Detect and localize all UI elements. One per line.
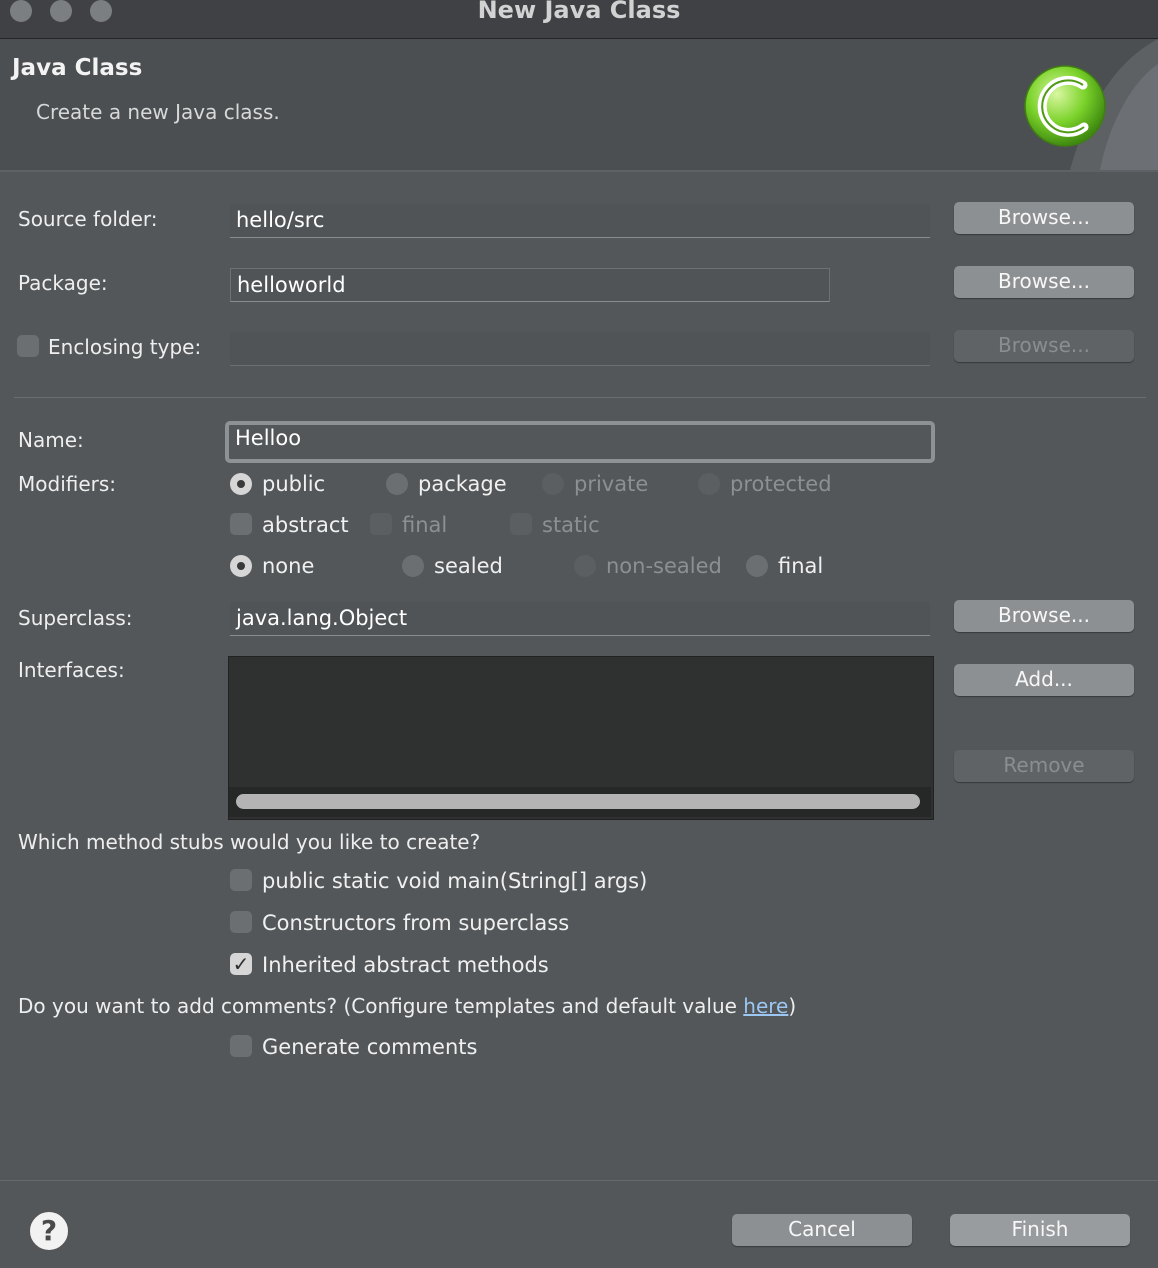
method-stubs-question: Which method stubs would you like to cre… [18,830,481,854]
source-folder-browse-button[interactable]: Browse... [954,202,1134,234]
static-checkbox [510,513,532,535]
cancel-button[interactable]: Cancel [732,1214,912,1246]
generate-comments-label: Generate comments [262,1035,478,1059]
constructors-label: Constructors from superclass [262,911,570,935]
source-folder-label: Source folder: [18,207,158,231]
main-method-checkbox[interactable] [230,869,252,891]
none-radio[interactable] [230,555,252,577]
final-radio[interactable] [746,555,768,577]
package-field[interactable]: helloworld [230,268,830,302]
separator [14,397,1146,398]
inherited-abstract-checkbox[interactable]: ✓ [230,953,252,975]
package-browse-button[interactable]: Browse... [954,266,1134,298]
enclosing-type-browse-button: Browse... [954,330,1134,362]
superclass-label: Superclass: [18,606,133,630]
static-checkbox-label: static [542,513,600,537]
none-radio-label: none [262,554,315,578]
final-checkbox [370,513,392,535]
modifiers-label: Modifiers: [18,472,117,496]
name-label: Name: [18,428,84,452]
name-field[interactable]: Helloo [225,421,935,463]
protected-radio-label: protected [730,472,832,496]
package-radio[interactable] [386,473,408,495]
finish-button[interactable]: Finish [950,1214,1130,1246]
add-interface-button[interactable]: Add... [954,664,1134,696]
footer-separator [0,1180,1158,1181]
page-title: Java Class [12,55,143,81]
java-class-logo-icon [1024,39,1158,170]
comments-question-text: Do you want to add comments? (Configure … [18,994,744,1018]
abstract-checkbox-label: abstract [262,513,349,537]
comments-question: Do you want to add comments? (Configure … [18,994,796,1018]
non-sealed-radio-label: non-sealed [606,554,722,578]
protected-radio [698,473,720,495]
abstract-checkbox[interactable] [230,513,252,535]
package-radio-label: package [418,472,507,496]
window-title: New Java Class [477,0,681,24]
enclosing-type-checkbox[interactable] [17,335,39,357]
non-sealed-radio [574,555,596,577]
superclass-browse-button[interactable]: Browse... [954,600,1134,632]
interfaces-scrollbar-thumb[interactable] [236,794,920,809]
source-folder-field[interactable]: hello/src [230,204,930,238]
generate-comments-checkbox[interactable] [230,1035,252,1057]
interfaces-label: Interfaces: [18,658,125,682]
remove-interface-button: Remove [954,750,1134,782]
final-radio-label: final [778,554,824,578]
comments-question-end: ) [788,994,797,1018]
main-method-label: public static void main(String[] args) [262,869,648,893]
sealed-radio-label: sealed [434,554,503,578]
final-checkbox-label: final [402,513,448,537]
superclass-field[interactable]: java.lang.Object [230,602,930,636]
private-radio [542,473,564,495]
sealed-radio[interactable] [402,555,424,577]
configure-templates-link[interactable]: here [743,994,788,1018]
private-radio-label: private [574,472,649,496]
public-radio-label: public [262,472,326,496]
inherited-abstract-label: Inherited abstract methods [262,953,549,977]
enclosing-type-field [230,332,930,366]
help-icon[interactable]: ? [29,1211,69,1251]
page-subtitle: Create a new Java class. [36,100,280,124]
package-label: Package: [18,271,108,295]
constructors-checkbox[interactable] [230,911,252,933]
public-radio[interactable] [230,473,252,495]
enclosing-type-label: Enclosing type: [48,335,202,359]
checkmark-icon: ✓ [232,952,250,976]
